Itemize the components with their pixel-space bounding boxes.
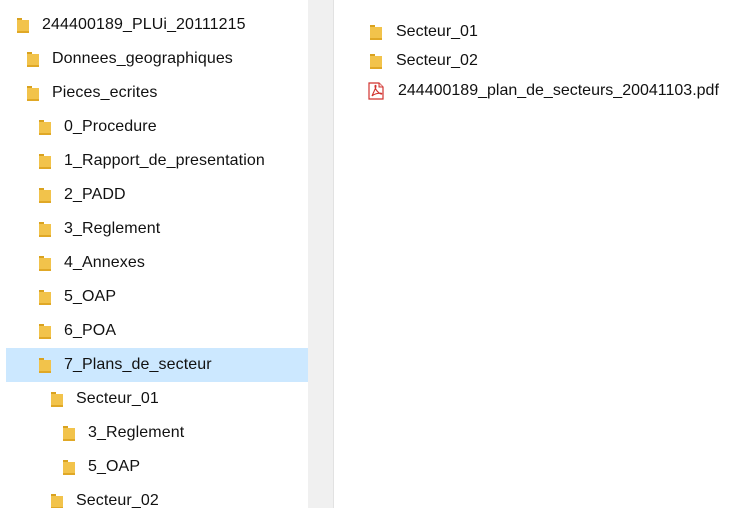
folder-icon: [62, 458, 76, 476]
pdf-icon: [367, 82, 385, 100]
file-item-label: Secteur_01: [396, 23, 478, 40]
folder-icon: [26, 50, 40, 68]
tree-item-label: 1_Rapport_de_presentation: [64, 152, 265, 169]
tree-item-1-rapport-de-presentation[interactable]: 1_Rapport_de_presentation: [6, 144, 308, 178]
folder-icon: [16, 16, 30, 34]
folder-icon: [38, 118, 52, 136]
folder-icon: [26, 84, 40, 102]
tree-item-label: 244400189_PLUi_20111215: [42, 16, 246, 33]
tree-item-label: Pieces_ecrites: [52, 84, 158, 101]
navigation-pane: 244400189_PLUi_20111215 Donnees_geograph…: [0, 0, 308, 508]
folder-icon: [38, 186, 52, 204]
tree-item-secteur-01-3-reglement[interactable]: 3_Reglement: [6, 416, 308, 450]
tree-item-label: 3_Reglement: [88, 424, 185, 441]
file-item-secteur-02[interactable]: Secteur_02: [369, 47, 478, 75]
folder-icon: [369, 23, 383, 41]
tree-item-2-padd[interactable]: 2_PADD: [6, 178, 308, 212]
folder-icon: [38, 254, 52, 272]
tree-item-4-annexes[interactable]: 4_Annexes: [6, 246, 308, 280]
tree-item-label: 5_OAP: [64, 288, 117, 305]
folder-icon: [38, 220, 52, 238]
folder-icon: [50, 492, 64, 508]
tree-item-5-oap[interactable]: 5_OAP: [6, 280, 308, 314]
tree-item-6-poa[interactable]: 6_POA: [6, 314, 308, 348]
tree-item-label: Secteur_01: [76, 390, 159, 407]
file-explorer-window: 244400189_PLUi_20111215 Donnees_geograph…: [0, 0, 748, 508]
pane-splitter[interactable]: [308, 0, 334, 508]
folder-icon: [38, 356, 52, 374]
tree-item-secteur-02[interactable]: Secteur_02: [6, 484, 308, 508]
file-item-label: 244400189_plan_de_secteurs_20041103.pdf: [398, 82, 719, 99]
tree-item-label: Donnees_geographiques: [52, 50, 233, 67]
folder-icon: [38, 288, 52, 306]
tree-item-label: 0_Procedure: [64, 118, 157, 135]
tree-item-secteur-01[interactable]: Secteur_01: [6, 382, 308, 416]
tree-item-pieces-ecrites[interactable]: Pieces_ecrites: [6, 76, 308, 110]
tree-item-secteur-01-5-oap[interactable]: 5_OAP: [6, 450, 308, 484]
file-item-label: Secteur_02: [396, 52, 478, 69]
tree-item-3-reglement[interactable]: 3_Reglement: [6, 212, 308, 246]
folder-icon: [50, 390, 64, 408]
tree-item-label: 7_Plans_de_secteur: [64, 356, 212, 373]
file-item-plan-de-secteurs-pdf[interactable]: 244400189_plan_de_secteurs_20041103.pdf: [367, 77, 719, 105]
folder-icon: [62, 424, 76, 442]
folder-icon: [38, 152, 52, 170]
tree-item-label: 5_OAP: [88, 458, 141, 475]
file-item-secteur-01[interactable]: Secteur_01: [369, 18, 478, 46]
tree-item-label: 4_Annexes: [64, 254, 145, 271]
tree-item-label: 3_Reglement: [64, 220, 161, 237]
tree-item-0-procedure[interactable]: 0_Procedure: [6, 110, 308, 144]
tree-item-label: Secteur_02: [76, 492, 159, 508]
tree-item-7-plans-de-secteur[interactable]: 7_Plans_de_secteur: [6, 348, 308, 382]
tree-item-plui-root[interactable]: 244400189_PLUi_20111215: [6, 8, 308, 42]
folder-icon: [369, 52, 383, 70]
tree-item-donnees-geographiques[interactable]: Donnees_geographiques: [6, 42, 308, 76]
tree-item-label: 6_POA: [64, 322, 117, 339]
folder-icon: [38, 322, 52, 340]
content-pane: Secteur_01 Secteur_02 244400189_plan_de_…: [335, 0, 748, 508]
tree-item-label: 2_PADD: [64, 186, 126, 203]
